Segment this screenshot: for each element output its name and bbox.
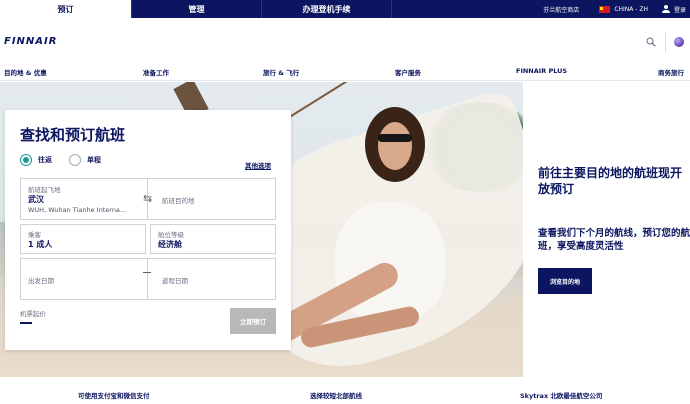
- origin-label: 航班起飞地: [28, 186, 61, 194]
- nav-prepare[interactable]: 准备工作: [143, 67, 169, 77]
- cabin-value: 经济舱: [158, 240, 182, 249]
- radio-round-trip[interactable]: 往返: [20, 154, 52, 166]
- tab-manage[interactable]: 管理: [132, 0, 262, 18]
- booking-title: 查找和预订航班: [20, 126, 126, 144]
- tab-checkin[interactable]: 办理登机手续: [262, 0, 392, 18]
- passengers-value: 1 成人: [28, 240, 53, 249]
- nav-travel[interactable]: 旅行 & 飞行: [263, 67, 299, 77]
- passengers-field[interactable]: 乘客 1 成人: [20, 224, 146, 254]
- radio-one-way-label: 单程: [87, 156, 101, 164]
- depart-date-field[interactable]: 出发日期: [21, 259, 148, 299]
- booking-card: 查找和预订航班 往返 单程 其他选项 航班起飞地 武汉 WUH, Wuhan T…: [5, 110, 291, 350]
- passengers-label: 乘客: [28, 231, 41, 239]
- cabin-field[interactable]: 舱位等级 经济舱: [150, 224, 276, 254]
- date-separator: [143, 272, 151, 273]
- finnair-logo[interactable]: FINNAIR: [4, 36, 57, 47]
- nav-divider: [0, 80, 690, 81]
- feature-alipay-wechat: 可使用支付宝和微信支付: [78, 392, 150, 400]
- radio-round-trip-label: 往返: [38, 156, 52, 164]
- top-right-menu: 芬兰航空商店 CHINA - ZH 登录: [543, 0, 690, 18]
- nav-finnair-plus[interactable]: FINNAIR PLUS: [516, 67, 567, 75]
- origin-airport: WUH, Wuhan Tianhe Interna...: [28, 206, 127, 214]
- origin-field[interactable]: 航班起飞地 武汉 WUH, Wuhan Tianhe Interna...: [21, 179, 148, 219]
- more-options-link[interactable]: 其他选项: [245, 160, 271, 170]
- book-now-button[interactable]: 立即预订: [230, 308, 276, 334]
- cabin-label: 舱位等级: [158, 231, 184, 239]
- nav-business[interactable]: 商务旅行: [658, 67, 684, 77]
- price-placeholder: [20, 322, 32, 324]
- return-date-field[interactable]: 返程日期: [149, 259, 275, 299]
- feature-northern-route: 选择较短北部航线: [310, 392, 362, 400]
- login-label: 登录: [673, 6, 686, 14]
- locale-label: CHINA - ZH: [614, 5, 648, 13]
- hero-sunglasses: [378, 134, 412, 142]
- promo-panel: 前往主要目的地的航班现开放预订 查看我们下个月的航线，预订您的航班，享受高度灵活…: [523, 82, 690, 377]
- depart-date-placeholder: 出发日期: [28, 277, 54, 285]
- feature-skytrax: Skytrax 北欧最佳航空公司: [520, 392, 603, 400]
- nav-destinations[interactable]: 目的地 & 优惠: [4, 67, 47, 77]
- radio-one-way-dot: [69, 154, 81, 166]
- china-flag-icon: [599, 5, 611, 13]
- swap-arrows-icon[interactable]: ⇆: [143, 192, 152, 205]
- nav-customer-service[interactable]: 客户服务: [395, 67, 421, 77]
- globe-icon[interactable]: [674, 37, 684, 47]
- shop-link[interactable]: 芬兰航空商店: [543, 5, 579, 14]
- price-label: 机票起价: [20, 310, 46, 318]
- header-divider: [665, 32, 666, 52]
- main-nav: 目的地 & 优惠 准备工作 旅行 & 飞行 客户服务 FINNAIR PLUS …: [0, 64, 690, 80]
- login-link[interactable]: 登录: [661, 5, 686, 14]
- destination-field[interactable]: 航班目的地: [149, 179, 275, 219]
- origin-value: 武汉: [28, 195, 44, 204]
- radio-round-trip-dot: [20, 154, 32, 166]
- promo-title: 前往主要目的地的航班现开放预订: [538, 166, 683, 196]
- date-fields: 出发日期 返程日期: [20, 258, 276, 300]
- hero-face: [378, 122, 412, 170]
- return-date-placeholder: 返程日期: [162, 277, 188, 285]
- search-icon[interactable]: [646, 37, 656, 47]
- tab-book[interactable]: 预订: [0, 0, 132, 18]
- browse-destinations-button[interactable]: 浏览目的地: [538, 268, 592, 294]
- user-icon: [661, 5, 670, 13]
- radio-one-way[interactable]: 单程: [69, 154, 101, 166]
- destination-placeholder: 航班目的地: [162, 197, 195, 205]
- locale-selector[interactable]: CHINA - ZH: [599, 5, 648, 13]
- promo-body: 查看我们下个月的航线，预订您的航班，享受高度灵活性: [538, 228, 690, 252]
